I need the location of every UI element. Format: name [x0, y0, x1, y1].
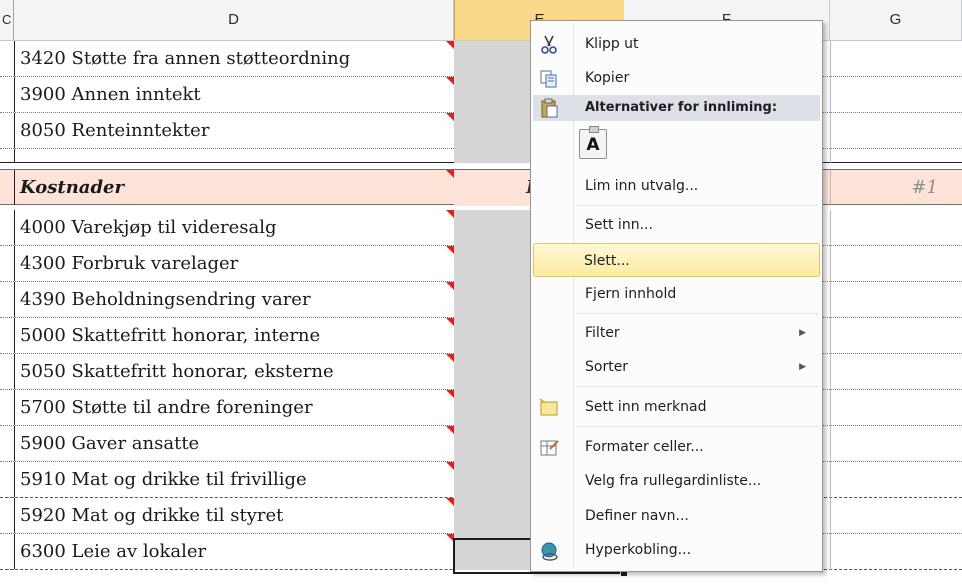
menu-item-clear-contents[interactable]: Fjern innhold: [533, 277, 820, 311]
scissors-icon: [538, 34, 560, 56]
menu-separator: [577, 386, 818, 387]
comment-indicator-icon: [446, 246, 454, 254]
paste-options-header: Alternativer for innliming:: [533, 95, 820, 121]
cell-account-label[interactable]: 5900 Gaver ansatte: [14, 426, 454, 461]
menu-separator: [577, 205, 818, 206]
menu-item-label: Definer navn...: [585, 508, 689, 524]
cell-g[interactable]: #1: [830, 170, 962, 206]
cell-g[interactable]: [830, 210, 962, 246]
menu-item-label: Hyperkobling...: [585, 542, 692, 558]
comment-indicator-icon: [446, 498, 454, 506]
column-header-c[interactable]: C: [0, 0, 14, 40]
cell-account-label[interactable]: [14, 149, 454, 163]
menu-item-label: Velg fra rullegardinliste...: [585, 473, 762, 489]
menu-item-label: Filter: [585, 325, 620, 341]
comment-indicator-icon: [446, 426, 454, 434]
cell-g[interactable]: [830, 41, 962, 77]
menu-item-pick-from-list[interactable]: Velg fra rullegardinliste...: [533, 464, 820, 498]
cell-g[interactable]: [830, 113, 962, 149]
comment-indicator-icon: [446, 354, 454, 362]
menu-item-copy[interactable]: Kopier: [533, 61, 820, 95]
comment-indicator-icon: [446, 170, 454, 178]
cell-account-label[interactable]: 4300 Forbruk varelager: [14, 246, 454, 281]
cell-g[interactable]: [830, 246, 962, 282]
menu-item-paste-special[interactable]: Lim inn utvalg...: [533, 169, 820, 203]
menu-item-label: Kopier: [585, 70, 630, 86]
cell-g[interactable]: [830, 498, 962, 534]
menu-item-delete[interactable]: Slett...: [533, 243, 820, 277]
comment-indicator-icon: [446, 77, 454, 85]
menu-item-cut[interactable]: Klipp ut: [533, 27, 820, 61]
cell-g[interactable]: [830, 426, 962, 462]
cell-account-label[interactable]: 4000 Varekjøp til videresalg: [14, 210, 454, 245]
cell-account-label[interactable]: 3900 Annen inntekt: [14, 77, 454, 112]
menu-item-sort[interactable]: Sorter ▶: [533, 350, 820, 384]
cell-g[interactable]: [830, 354, 962, 390]
column-header-g[interactable]: G: [830, 0, 962, 40]
cell-g[interactable]: [830, 282, 962, 318]
cell-account-label[interactable]: 5050 Skattefritt honorar, eksterne: [14, 354, 454, 389]
menu-item-hyperlink[interactable]: Hyperkobling...: [533, 533, 820, 567]
spreadsheet: C D E F G 3420 Støtte fra annen støtteor…: [0, 0, 962, 586]
context-menu: Klipp ut Kopier Alternativer for innlimi…: [530, 20, 823, 572]
comment-indicator-icon: [446, 41, 454, 49]
cell-account-label[interactable]: 3420 Støtte fra annen støtteordning: [14, 41, 454, 76]
menu-item-insert[interactable]: Sett inn...: [533, 208, 820, 242]
cell-account-label[interactable]: 8050 Renteinntekter: [14, 113, 454, 148]
paste-values-option-button[interactable]: A: [579, 126, 607, 159]
comment-indicator-icon: [446, 318, 454, 326]
column-header-d[interactable]: D: [14, 0, 454, 40]
cell-account-label[interactable]: 6300 Leie av lokaler: [14, 534, 454, 569]
menu-item-label: Sorter: [585, 359, 629, 375]
menu-item-label: Sett inn merknad: [585, 399, 707, 415]
comment-indicator-icon: [446, 210, 454, 218]
menu-item-label: Lim inn utvalg...: [585, 178, 699, 194]
clipboard-icon: [538, 97, 560, 119]
comment-indicator-icon: [446, 462, 454, 470]
cell-account-label[interactable]: 5700 Støtte til andre foreninger: [14, 390, 454, 425]
menu-item-format-cells[interactable]: Formater celler...: [533, 430, 820, 464]
menu-separator: [577, 426, 818, 427]
section-header-g-text: #1: [911, 177, 938, 198]
submenu-arrow-icon: ▶: [799, 328, 806, 338]
comment-indicator-icon: [446, 113, 454, 121]
comment-indicator-icon: [446, 282, 454, 290]
menu-item-define-name[interactable]: Definer navn...: [533, 499, 820, 533]
comment-icon: [538, 397, 560, 419]
format-cells-icon: [538, 437, 560, 459]
cell-g[interactable]: [830, 534, 962, 570]
cell-account-label[interactable]: 5920 Mat og drikke til styret: [14, 498, 454, 533]
cell-g[interactable]: [830, 462, 962, 498]
cell-g[interactable]: [830, 318, 962, 354]
menu-item-filter[interactable]: Filter ▶: [533, 316, 820, 350]
comment-indicator-icon: [446, 390, 454, 398]
cell-account-label[interactable]: 5000 Skattefritt honorar, interne: [14, 318, 454, 353]
copy-icon: [538, 68, 560, 90]
hyperlink-globe-icon: [538, 540, 560, 562]
cell-account-label[interactable]: 4390 Beholdningsendring varer: [14, 282, 454, 317]
menu-item-label: Slett...: [584, 253, 630, 269]
submenu-arrow-icon: ▶: [799, 362, 806, 372]
menu-item-label: Formater celler...: [585, 439, 704, 455]
cell-account-label[interactable]: 5910 Mat og drikke til frivillige: [14, 462, 454, 497]
cell-g[interactable]: [830, 149, 962, 163]
menu-item-label: Klipp ut: [585, 36, 639, 52]
menu-item-label: Sett inn...: [585, 217, 653, 233]
section-header-kostnader[interactable]: Kostnader: [14, 170, 454, 205]
menu-item-label: Fjern innhold: [585, 286, 677, 302]
menu-separator: [577, 313, 818, 314]
menu-item-insert-comment[interactable]: Sett inn merknad: [533, 390, 820, 424]
cell-g[interactable]: [830, 390, 962, 426]
cell-g[interactable]: [830, 77, 962, 113]
